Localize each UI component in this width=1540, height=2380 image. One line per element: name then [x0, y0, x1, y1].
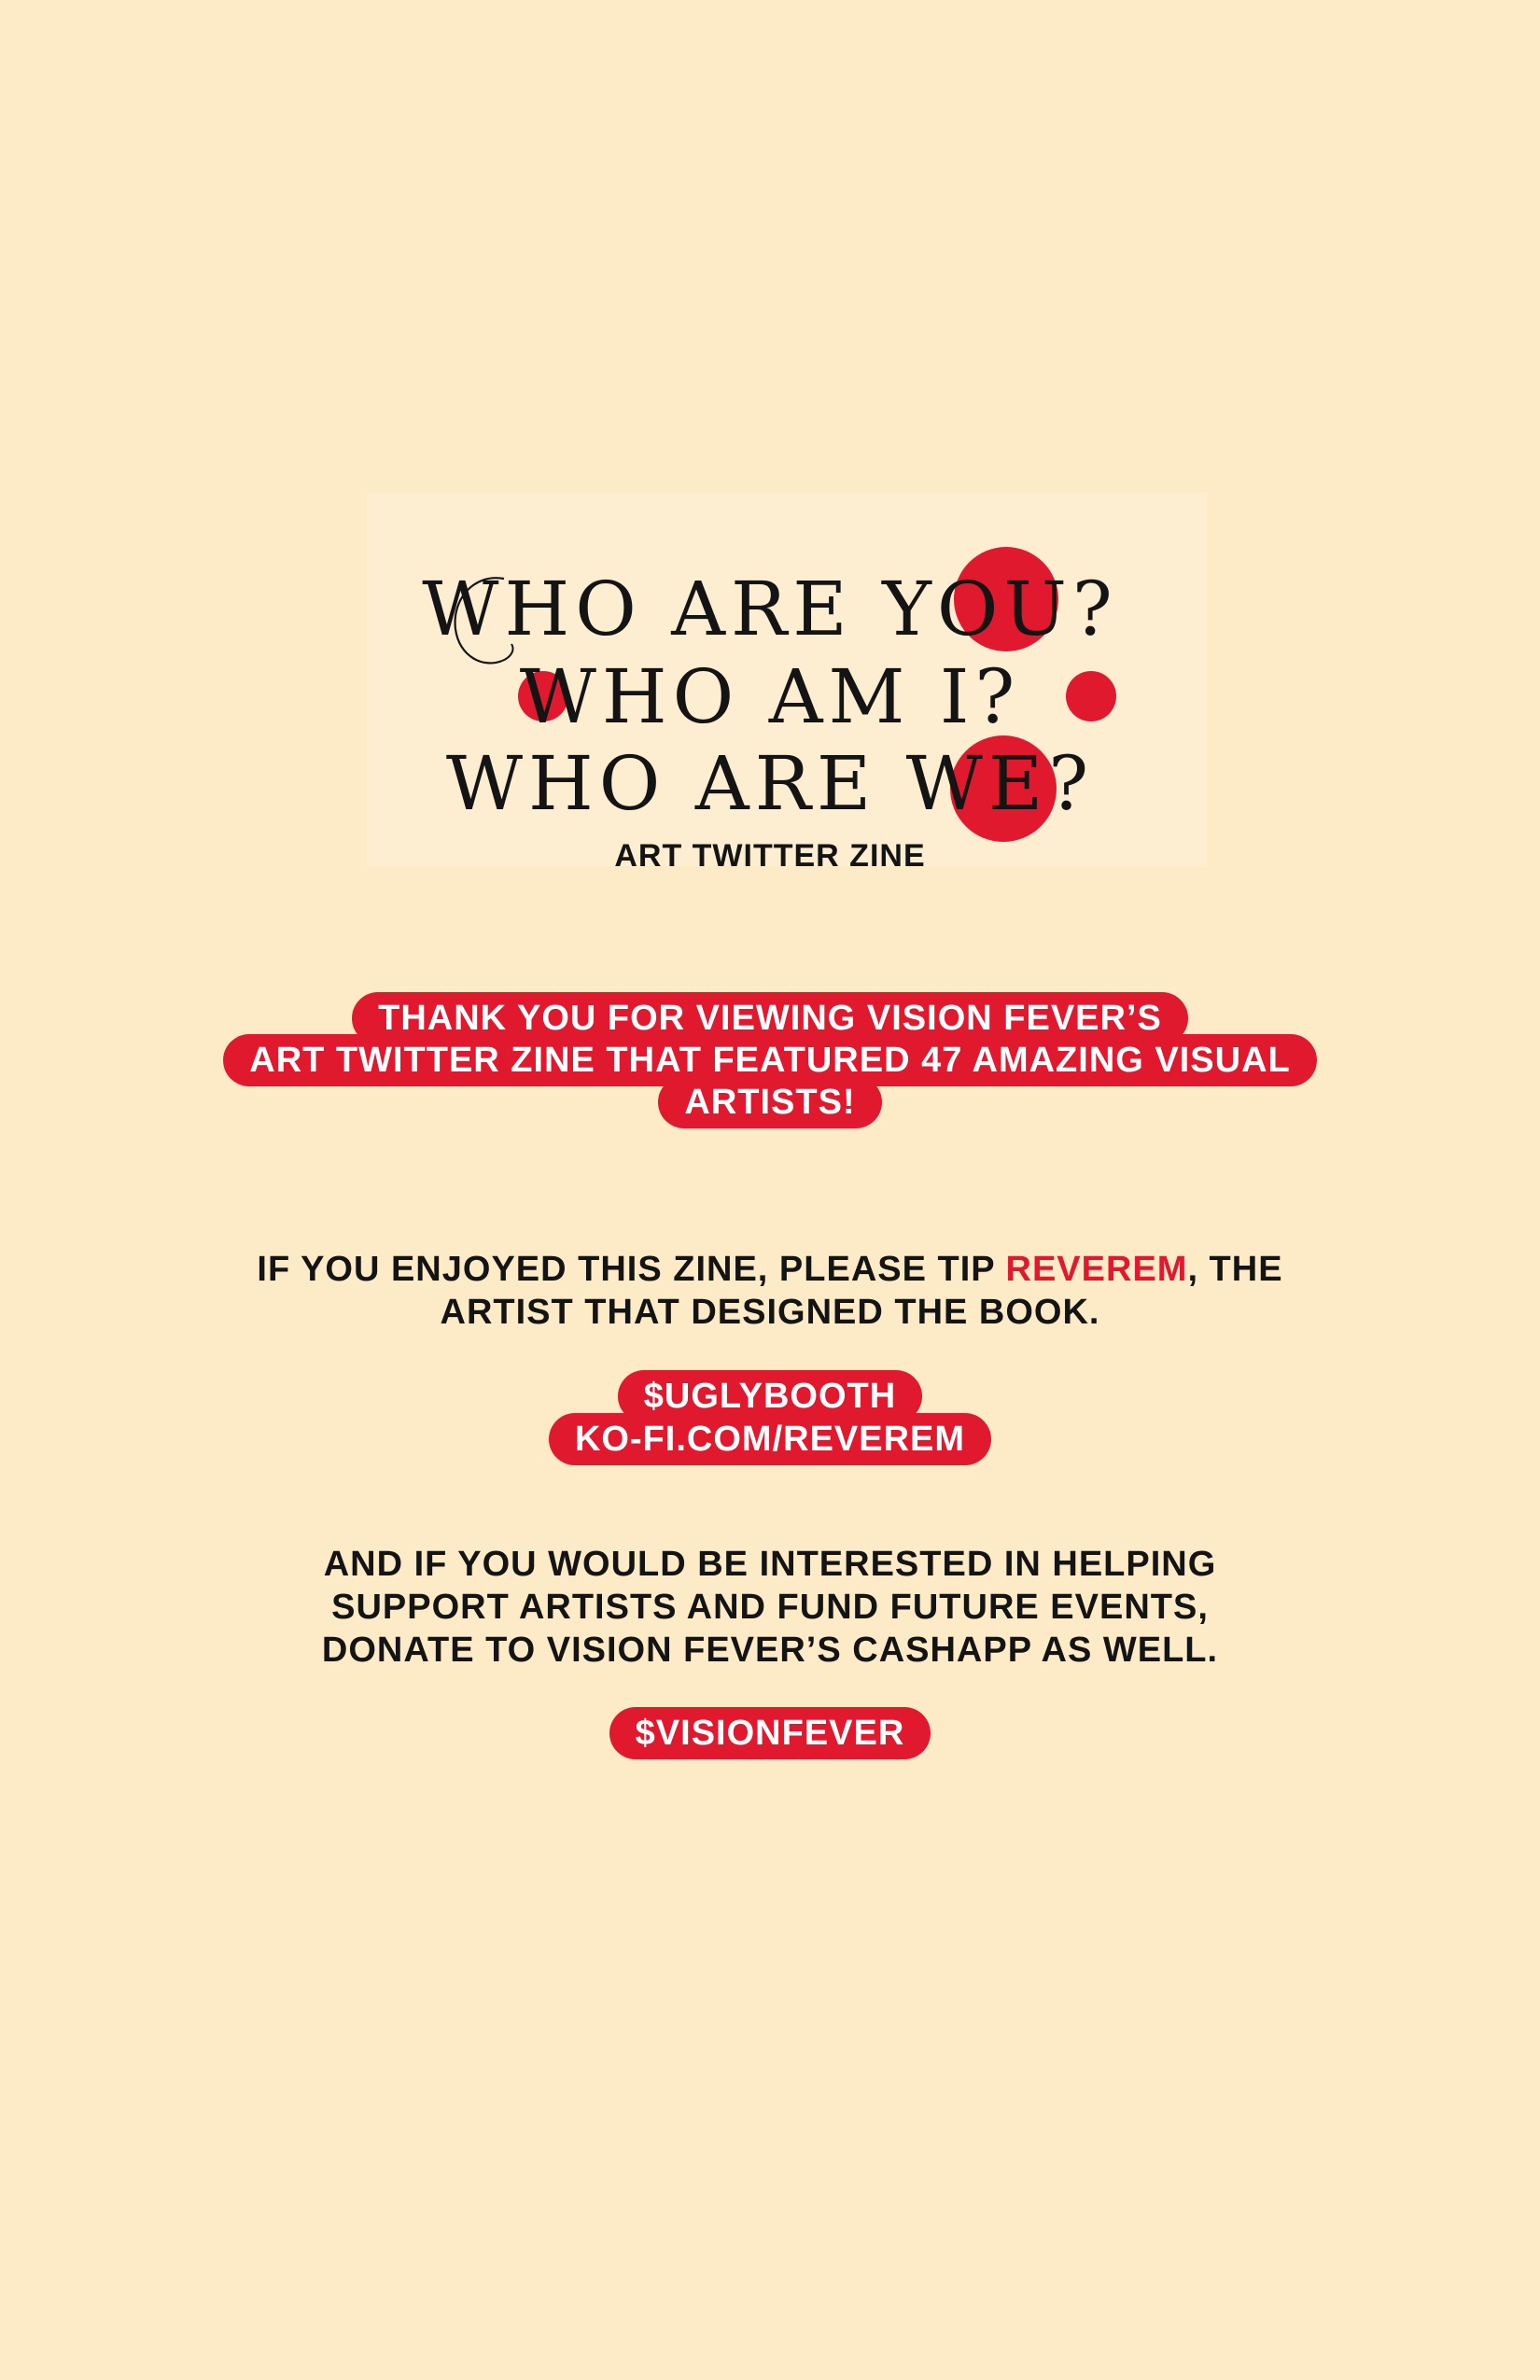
zine-subtitle: ART TWITTER ZINE — [614, 838, 926, 874]
visionfever-row: $VISIONFEVER — [0, 1707, 1540, 1759]
tip-text-before: IF YOU ENJOYED THIS ZINE, PLEASE TIP — [257, 1250, 1006, 1289]
tip-line-2: ARTIST THAT DESIGNED THE BOOK. — [440, 1293, 1100, 1332]
tip-text-after: , THE — [1187, 1250, 1283, 1289]
donate-line-1: AND IF YOU WOULD BE INTERESTED IN HELPIN… — [323, 1545, 1217, 1584]
artist-name: REVEREM — [1005, 1250, 1188, 1289]
title-line-1: WHO ARE YOU? — [422, 566, 1118, 652]
kofi-link[interactable]: KO-FI.COM/REVEREM — [548, 1413, 992, 1465]
tip-line-1: IF YOU ENJOYED THIS ZINE, PLEASE TIP REV… — [0, 1248, 1540, 1291]
title-line-3: WHO ARE WE? — [445, 740, 1095, 827]
visionfever-cashtag[interactable]: $VISIONFEVER — [609, 1707, 931, 1759]
donate-line-3: DONATE TO VISION FEVER’S CASHAPP AS WELL… — [321, 1631, 1219, 1670]
kofi-row: KO-FI.COM/REVEREM — [0, 1413, 1540, 1465]
tip-paragraph: IF YOU ENJOYED THIS ZINE, PLEASE TIP REV… — [0, 1248, 1540, 1334]
donate-line-2: SUPPORT ARTISTS AND FUND FUTURE EVENTS, — [331, 1588, 1209, 1627]
donate-paragraph: AND IF YOU WOULD BE INTERESTED IN HELPIN… — [0, 1543, 1540, 1672]
thanks-line-3: ARTISTS! — [658, 1076, 882, 1128]
title-line-2: WHO AM I? — [519, 653, 1021, 740]
thanks-row-3: ARTISTS! — [0, 1076, 1540, 1128]
